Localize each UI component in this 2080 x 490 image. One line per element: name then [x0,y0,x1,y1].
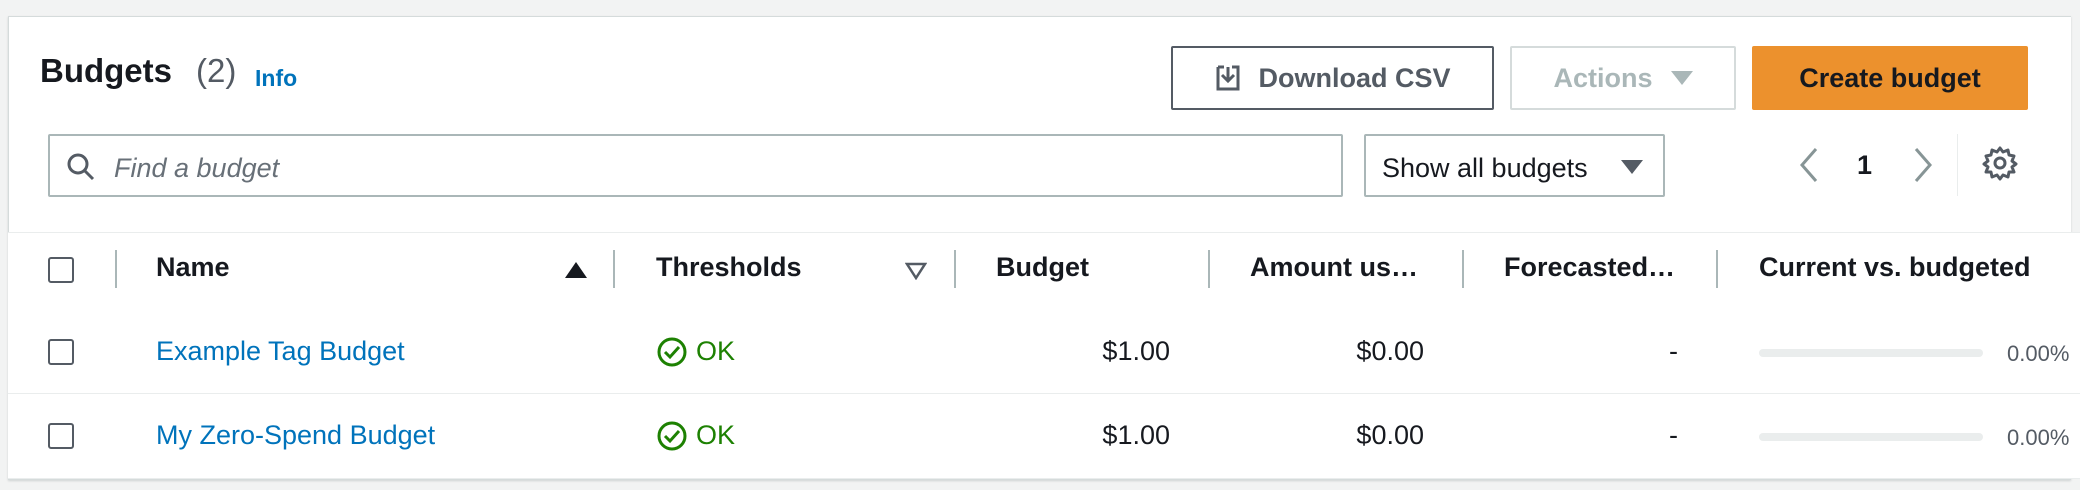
column-header-budget[interactable]: Budget [996,252,1089,283]
info-link[interactable]: Info [255,65,297,92]
budget-count: (2) [196,52,237,89]
forecasted-amount: - [1669,336,1678,366]
column-divider [115,250,117,288]
budget-filter-value: Show all budgets [1382,153,1588,183]
budget-amount: $1.00 [1102,336,1170,366]
amount-used: $0.00 [1356,420,1424,450]
budget-name-link[interactable]: Example Tag Budget [156,336,405,367]
column-divider[interactable] [954,250,956,288]
search-input[interactable]: Find a budget [48,134,1343,197]
gear-icon[interactable] [1982,145,2018,181]
progress-bar [1759,349,1983,357]
column-header-thresholds[interactable]: Thresholds [656,252,802,283]
chevron-right-icon[interactable] [1910,145,1936,185]
actions-button[interactable]: Actions [1510,46,1736,110]
column-divider[interactable] [613,250,615,288]
actions-label: Actions [1553,62,1653,93]
budget-filter-select[interactable]: Show all budgets [1364,134,1665,197]
budget-name-link[interactable]: My Zero-Spend Budget [156,420,435,451]
pagination-divider [1957,134,1958,196]
caret-down-icon [1621,160,1643,174]
column-header-name[interactable]: Name [156,252,230,283]
column-header-forecasted[interactable]: Forecasted… [1504,252,1675,283]
download-csv-button[interactable]: Download CSV [1171,46,1494,110]
threshold-status: OK [696,336,736,366]
search-placeholder: Find a budget [114,153,280,183]
column-header-current-vs-budgeted[interactable]: Current vs. budgeted [1759,252,2031,283]
column-header-amount-used[interactable]: Amount us… [1250,252,1418,283]
column-divider[interactable] [1462,250,1464,288]
budget-amount: $1.00 [1102,420,1170,450]
row-checkbox[interactable] [48,339,74,365]
check-circle-icon [657,337,687,367]
threshold-status: OK [696,420,736,450]
page-number[interactable]: 1 [1857,150,1872,181]
chevron-left-icon[interactable] [1796,145,1822,185]
forecasted-amount: - [1669,420,1678,450]
download-icon [1216,65,1240,91]
search-icon [67,153,95,181]
caret-down-icon [1670,71,1693,85]
sort-ascending-icon[interactable] [565,262,587,278]
sort-descending-icon[interactable] [905,262,927,280]
progress-bar [1759,433,1983,441]
select-all-checkbox[interactable] [48,257,74,283]
column-divider[interactable] [1208,250,1210,288]
progress-percent: 0.00% [2007,341,2070,366]
check-circle-icon [657,421,687,451]
download-csv-label: Download CSV [1258,62,1451,93]
create-budget-button[interactable]: Create budget [1752,46,2028,110]
amount-used: $0.00 [1356,336,1424,366]
progress-percent: 0.00% [2007,425,2070,450]
column-divider[interactable] [1716,250,1718,288]
page-title: Budgets [40,52,172,89]
row-checkbox[interactable] [48,423,74,449]
